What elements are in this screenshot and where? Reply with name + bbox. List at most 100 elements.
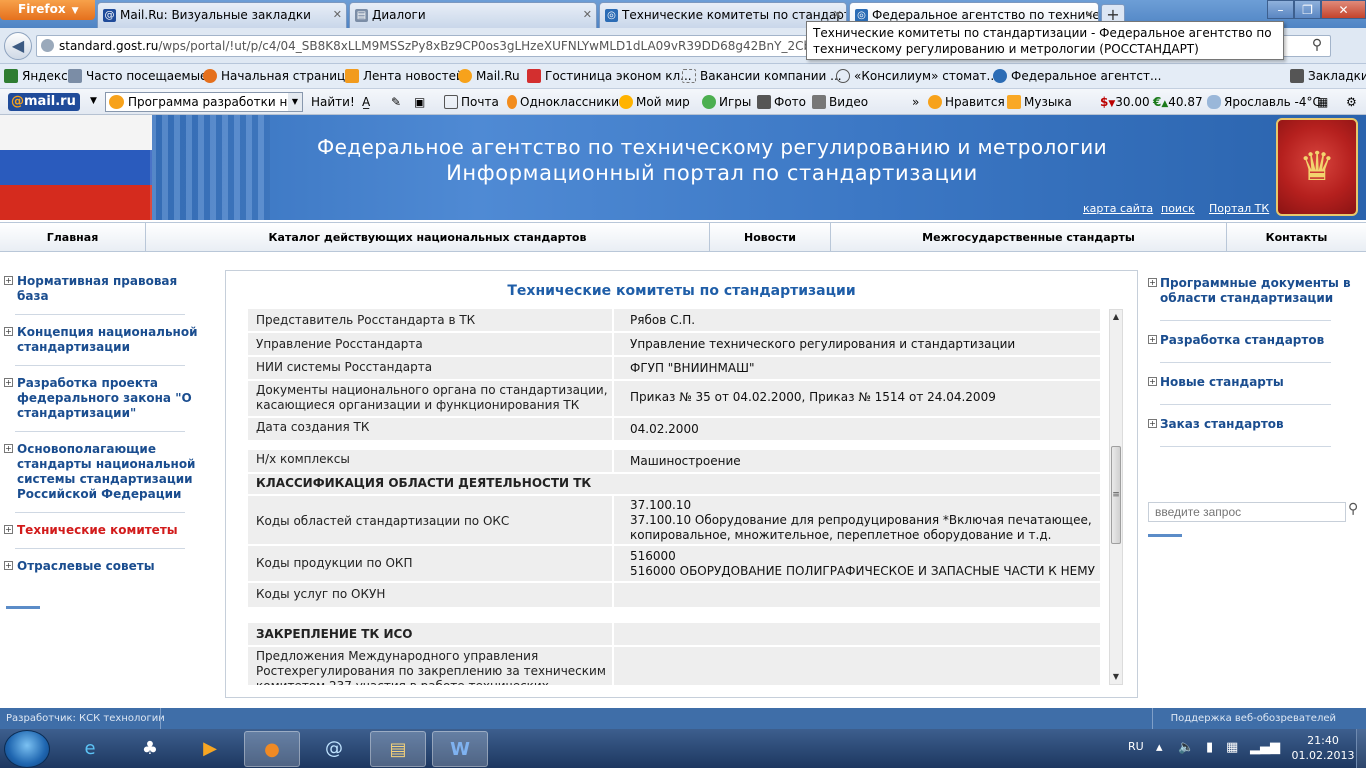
sidebar-item-standards-development[interactable]: + Разработка стандартов	[1146, 327, 1351, 354]
bookmark-yandex[interactable]: Яндекс	[4, 68, 68, 85]
sitemap-link[interactable]: карта сайта	[1083, 202, 1153, 215]
menu-interstate-standards[interactable]: Межгосударственные стандарты	[831, 223, 1227, 252]
video-link[interactable]: Видео	[812, 94, 868, 110]
sidebar-item-program-docs[interactable]: + Программные документы в области стандар…	[1146, 270, 1351, 312]
font-size-icon[interactable]: A̲	[362, 94, 370, 110]
bookmark-federal-agency[interactable]: Федеральное агентст...	[993, 68, 1161, 85]
table-row: Н/х комплексы Машиностроение	[248, 450, 1100, 472]
sidebar-item-tech-committees[interactable]: + Технические комитеты	[0, 519, 200, 542]
scrollbar-thumb[interactable]: ≡	[1111, 446, 1121, 544]
bookmarks-menu[interactable]: Закладки	[1290, 68, 1366, 85]
media-player-icon[interactable]: ▶	[182, 731, 238, 767]
internet-explorer-icon[interactable]: e	[62, 731, 118, 767]
screenshot-icon[interactable]: ▣	[414, 94, 425, 110]
network-icon[interactable]: ▦	[1226, 740, 1238, 755]
maximize-icon[interactable]: ❐	[1294, 0, 1321, 19]
cloud-icon	[1207, 95, 1221, 109]
sidebar-item-industry-councils[interactable]: + Отраслевые советы	[0, 555, 200, 578]
close-tab-icon[interactable]: ✕	[333, 3, 342, 27]
sidebar-item-concept[interactable]: + Концепция национальной стандартизации	[0, 321, 200, 359]
photo-link[interactable]: Фото	[757, 94, 806, 110]
scroll-down-icon[interactable]: ▼	[1110, 670, 1122, 684]
table-row: Управление Росстандарта Управление техни…	[248, 333, 1100, 355]
language-indicator[interactable]: RU	[1128, 740, 1144, 753]
row-value: 516000 516000 ОБОРУДОВАНИЕ ПОЛИГРАФИЧЕСК…	[630, 549, 1095, 578]
table-row: НИИ системы Росстандарта ФГУП "ВНИИНМАШ"	[248, 357, 1100, 379]
bookmark-hotel[interactable]: Гостиница эконом кл...	[527, 68, 692, 85]
games-link[interactable]: Игры	[702, 94, 751, 110]
table-row: Предложения Международного управления Ро…	[248, 647, 1100, 685]
like-link[interactable]: Нравится	[928, 94, 1005, 110]
show-desktop-button[interactable]	[1356, 729, 1366, 768]
mailru-logo[interactable]: @mail.ru	[8, 93, 80, 111]
firefox-menu-button[interactable]: Firefox ▼	[0, 0, 95, 20]
bookmark-most-visited[interactable]: Часто посещаемые	[68, 68, 207, 85]
explorer-folder-icon[interactable]: ▤	[370, 731, 426, 767]
scroll-up-icon[interactable]: ▲	[1110, 310, 1122, 324]
bookmark-vacancies[interactable]: Вакансии компании ...	[682, 68, 842, 85]
back-button[interactable]: ◀	[4, 32, 32, 60]
sidebar-item-order-standards[interactable]: + Заказ стандартов	[1146, 411, 1351, 438]
table-row: Документы национального органа по станда…	[248, 381, 1100, 416]
sidebar-item-new-standards[interactable]: + Новые стандарты	[1146, 369, 1351, 396]
bookmark-konsilium[interactable]: «Консилиум» стомат...	[836, 68, 998, 85]
tray-arrow-icon[interactable]: ▴	[1156, 740, 1163, 755]
toolbar-menu-arrow-icon[interactable]: ▼	[90, 93, 97, 109]
firefox-icon[interactable]: ●	[244, 731, 300, 767]
music-link[interactable]: Музыка	[1007, 94, 1072, 110]
url-path: /wps/portal/!ut/p/c4/04_SB8K8xLLM9MSSzPy…	[158, 39, 891, 53]
minimize-icon[interactable]: –	[1267, 0, 1294, 19]
toolbar-overflow-button[interactable]: »	[912, 94, 919, 110]
mail-agent-icon[interactable]: @	[306, 731, 362, 767]
sidebar-item-legal-base[interactable]: + Нормативная правовая база	[0, 270, 200, 308]
find-button[interactable]: Найти!	[311, 94, 355, 110]
gear-icon[interactable]: ⚙	[1346, 94, 1357, 110]
sidebar-item-label: Отраслевые советы	[17, 559, 155, 573]
sidebar-item-label: Разработка проекта федерального закона "…	[17, 376, 192, 420]
sidebar-item-fundamental-standards[interactable]: + Основополагающие стандарты национальной…	[0, 438, 200, 506]
odnoklassniki-label: Одноклассники	[520, 95, 620, 109]
sidebar-item-law-draft[interactable]: + Разработка проекта федерального закона …	[0, 372, 200, 425]
menu-home[interactable]: Главная	[0, 223, 146, 252]
menu-news[interactable]: Новости	[710, 223, 831, 252]
grid-icon[interactable]: ▦	[1317, 94, 1328, 110]
weather-widget[interactable]: Ярославль -4°C	[1207, 94, 1321, 110]
search-icon[interactable]: ⚲	[1348, 501, 1358, 517]
sidebar-item-label: Нормативная правовая база	[17, 274, 178, 303]
clock[interactable]: 21:40 01.02.2013	[1290, 733, 1356, 763]
mail-link[interactable]: Почта	[444, 94, 499, 110]
divider	[15, 431, 185, 432]
messenger-icon[interactable]: ♣	[122, 731, 178, 767]
search-icon[interactable]: ⚲	[1303, 35, 1331, 57]
plus-icon: +	[4, 561, 13, 570]
odnoklassniki-link[interactable]: Одноклассники	[507, 94, 619, 110]
start-button[interactable]	[4, 730, 50, 768]
divider	[15, 512, 185, 513]
volume-icon[interactable]: 🔈	[1178, 740, 1194, 755]
highlighter-icon[interactable]: ✎	[391, 94, 401, 110]
usd-rate[interactable]: $▼30.00	[1100, 94, 1150, 112]
row-label: Предложения Международного управления Ро…	[256, 649, 606, 685]
right-sidebar: + Программные документы в области стандар…	[1146, 270, 1351, 510]
word-icon[interactable]: W	[432, 731, 488, 767]
tk-portal-link[interactable]: Портал ТК	[1209, 202, 1269, 215]
my-world-link[interactable]: Мой мир	[619, 94, 690, 110]
bookmark-home[interactable]: Начальная страница	[203, 68, 353, 85]
search-link[interactable]: поиск	[1161, 202, 1195, 215]
close-tab-icon[interactable]: ✕	[583, 3, 592, 27]
battery-icon[interactable]: ▮	[1206, 740, 1213, 755]
signal-icon[interactable]: ▂▄▆	[1250, 740, 1280, 755]
tab-dialogs[interactable]: ▤ Диалоги ✕	[349, 2, 597, 28]
browser-support-link[interactable]: Поддержка веб-обозревателей	[1171, 708, 1336, 729]
tab-mailru[interactable]: @ Mail.Ru: Визуальные закладки ✕	[97, 2, 347, 28]
close-window-icon[interactable]: ✕	[1321, 0, 1366, 19]
site-search-input[interactable]	[1148, 502, 1346, 522]
eur-rate[interactable]: €▲40.87	[1153, 94, 1203, 112]
menu-contacts[interactable]: Контакты	[1227, 223, 1366, 252]
menu-catalog[interactable]: Каталог действующих национальных стандар…	[146, 223, 710, 252]
bookmark-news-feed[interactable]: Лента новостей	[345, 68, 464, 85]
bookmark-mailru[interactable]: Mail.Ru	[458, 68, 520, 85]
content-scrollbar[interactable]: ▲ ≡ ▼	[1109, 309, 1123, 685]
row-value: Управление технического регулирования и …	[630, 337, 1016, 351]
mailru-search-select[interactable]: Программа разработки на ▼	[105, 92, 303, 112]
